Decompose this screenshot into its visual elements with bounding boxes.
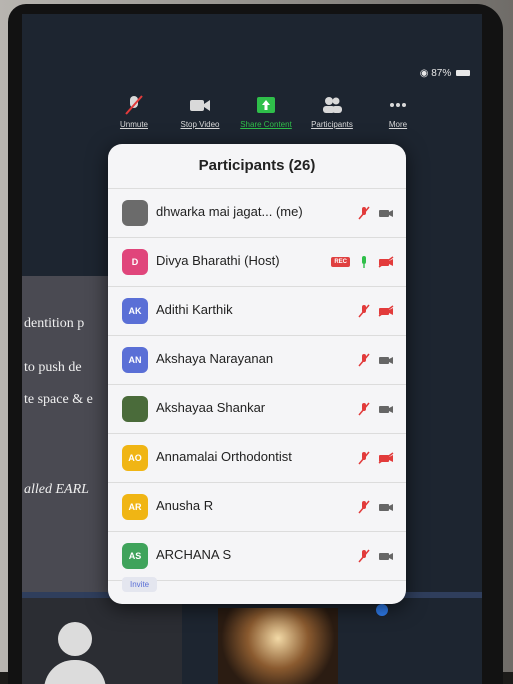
avatar-body <box>44 660 106 684</box>
slide-line: to push de <box>24 360 82 375</box>
participant-name: ARCHANA S <box>156 547 232 562</box>
avatar: D <box>122 249 148 275</box>
pin-indicator <box>376 604 388 616</box>
recording-badge: REC <box>331 257 350 267</box>
camera-icon <box>379 406 393 413</box>
tablet-bezel: ◉ 87% Unmute Stop Video Share Content Pa… <box>8 4 503 684</box>
participant-name: Annamalai Orthodontist <box>156 449 292 464</box>
mic-muted-icon <box>358 304 370 318</box>
mic-muted-icon <box>358 402 370 416</box>
meeting-toolbar: Unmute Stop Video Share Content Particip… <box>102 94 432 142</box>
camera-icon <box>190 100 210 111</box>
invite-button[interactable]: Invite <box>122 577 158 592</box>
participant-name: Divya Bharathi (Host) <box>156 253 280 268</box>
participant-status-icons <box>358 401 394 417</box>
avatar: AS <box>122 543 148 569</box>
participant-name: Akshayaa Shankar <box>156 400 266 415</box>
zoom-screen: ◉ 87% Unmute Stop Video Share Content Pa… <box>22 14 482 684</box>
people-icon <box>323 97 342 113</box>
battery-label: 87% <box>431 68 452 79</box>
camera-icon <box>379 357 393 364</box>
camera-icon <box>379 210 393 217</box>
camera-icon <box>379 553 393 560</box>
wifi-icon: ◉ <box>419 68 429 79</box>
participant-status-icons <box>358 205 394 221</box>
slide-line: dentition p <box>24 316 85 331</box>
participant-row[interactable]: AR Anusha R <box>108 483 406 532</box>
participant-status-icons <box>358 548 394 564</box>
participant-name: dhwarka mai jagat... (me) <box>156 204 303 219</box>
mic-muted-icon <box>358 500 370 514</box>
participants-panel: Participants (26) dhwarka mai jagat... (… <box>108 144 406 604</box>
avatar <box>58 622 92 656</box>
slide-line: te space & e <box>24 392 93 407</box>
share-content-button[interactable]: Share Content <box>234 94 298 129</box>
participants-button[interactable]: Participants <box>300 94 364 129</box>
panel-title: Participants (26) <box>108 144 406 189</box>
participant-status-icons <box>358 303 394 319</box>
mic-icon <box>362 256 366 268</box>
avatar <box>122 396 148 422</box>
camera-icon <box>379 504 393 511</box>
unmute-button[interactable]: Unmute <box>102 94 166 129</box>
avatar: AN <box>122 347 148 373</box>
battery-icon <box>456 70 470 76</box>
participant-row[interactable]: AS ARCHANA S <box>108 532 406 581</box>
participant-row[interactable]: AK Adithi Karthik <box>108 287 406 336</box>
participant-row[interactable]: dhwarka mai jagat... (me) <box>108 189 406 238</box>
participant-row[interactable]: AN Akshaya Narayanan <box>108 336 406 385</box>
participant-status-icons <box>358 450 394 466</box>
avatar: AR <box>122 494 148 520</box>
video-tile[interactable] <box>218 608 338 684</box>
participant-row[interactable]: Akshayaa Shankar <box>108 385 406 434</box>
avatar: AK <box>122 298 148 324</box>
camera-off-icon <box>378 452 394 464</box>
camera-off-icon <box>378 256 394 268</box>
participant-name: Anusha R <box>156 498 214 513</box>
stop-video-button[interactable]: Stop Video <box>168 94 232 129</box>
participant-name: Adithi Karthik <box>156 302 233 317</box>
slide-line: alled EARL <box>24 482 89 497</box>
mic-muted-icon <box>358 451 370 465</box>
participant-list: dhwarka mai jagat... (me) D Divya Bharathi… <box>108 189 406 581</box>
mic-muted-icon <box>125 95 143 115</box>
more-dots-icon <box>390 103 406 107</box>
status-bar: ◉ 87% <box>420 68 470 79</box>
mic-muted-icon <box>358 549 370 563</box>
mic-muted-icon <box>358 206 370 220</box>
participant-status-icons: REC <box>331 254 394 270</box>
more-button[interactable]: More <box>366 94 430 129</box>
mic-muted-icon <box>358 353 370 367</box>
participant-name: Akshaya Narayanan <box>156 351 274 366</box>
participant-row[interactable]: AO Annamalai Orthodontist <box>108 434 406 483</box>
camera-off-icon <box>378 305 394 317</box>
avatar <box>122 200 148 226</box>
participant-status-icons <box>358 352 394 368</box>
avatar: AO <box>122 445 148 471</box>
participant-row[interactable]: D Divya Bharathi (Host) REC <box>108 238 406 287</box>
participant-status-icons <box>358 499 394 515</box>
video-tile[interactable] <box>22 598 182 684</box>
share-arrow-icon <box>257 97 275 113</box>
